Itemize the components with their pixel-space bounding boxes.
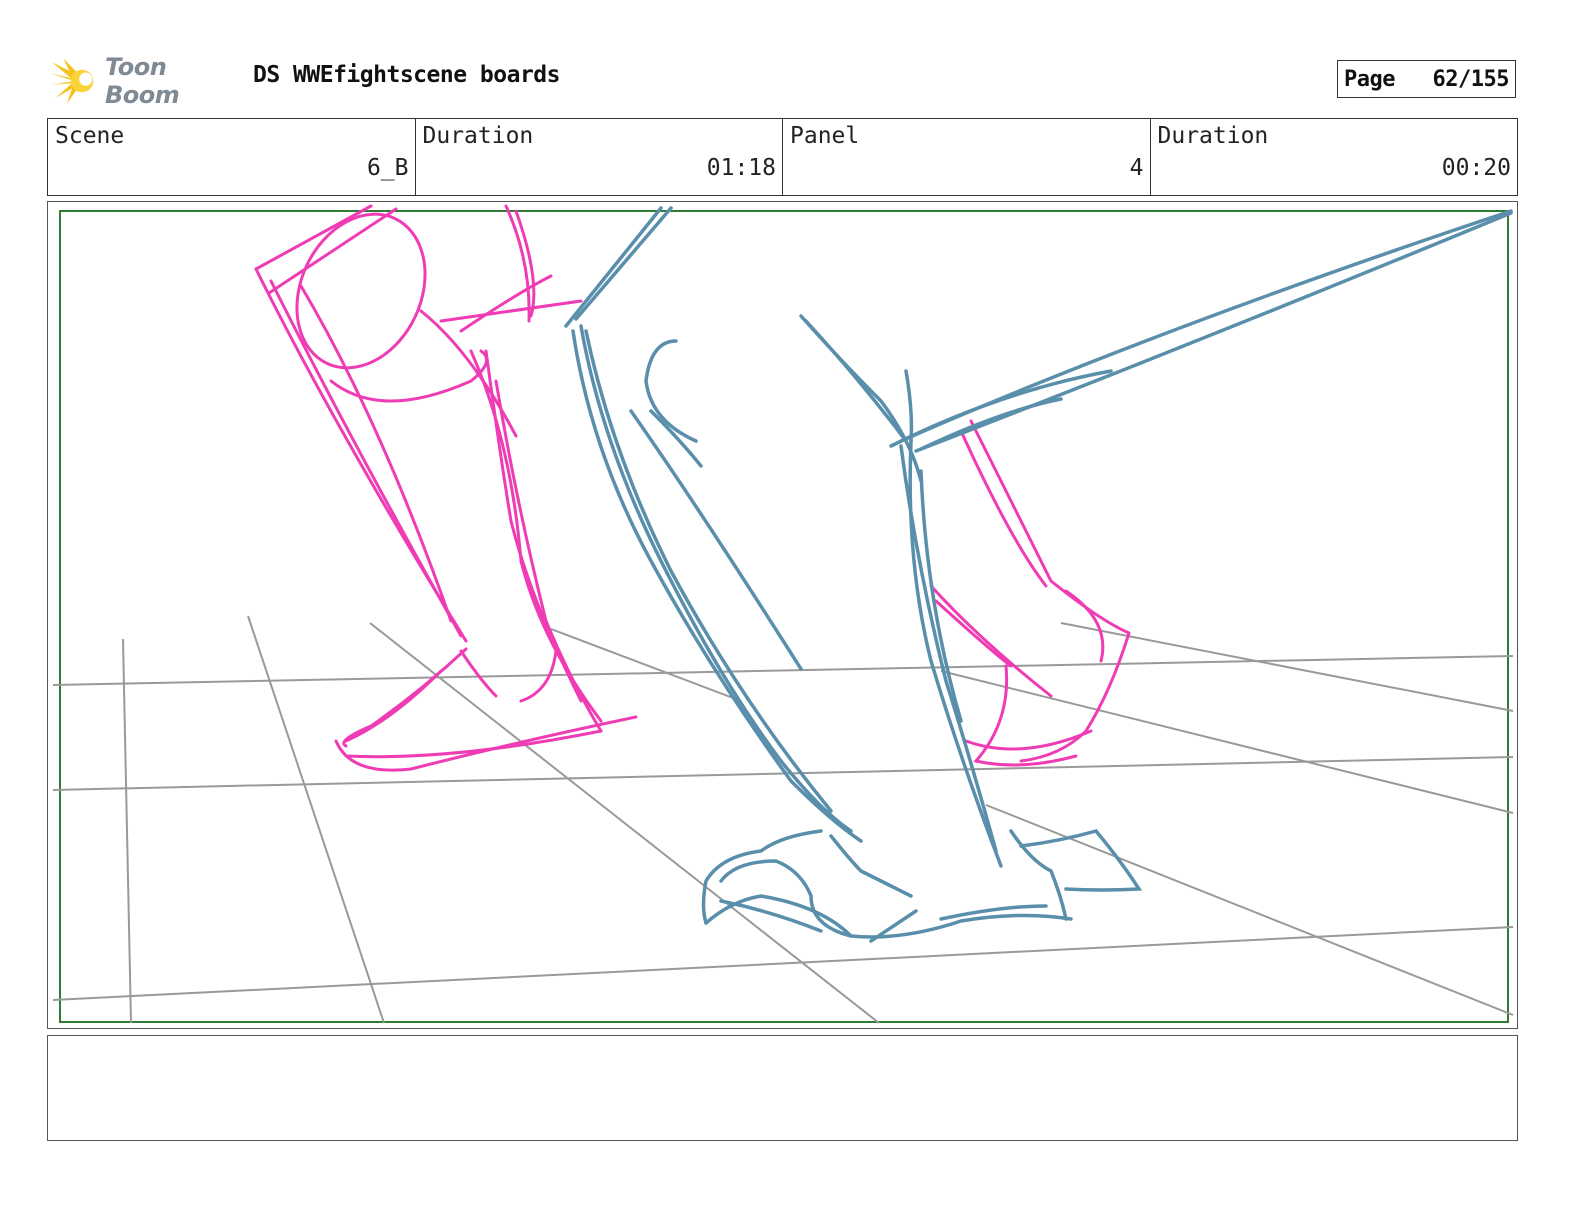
storyboard-panel: [47, 201, 1518, 1029]
panel-duration-value: 00:20: [1441, 155, 1511, 181]
scene-label: Scene: [55, 123, 125, 149]
panel-duration-label: Duration: [1157, 123, 1269, 149]
page-number: 62/155: [1432, 66, 1510, 92]
panel-cell: Panel 4: [783, 119, 1151, 195]
document-title: DS WWEfightscene boards: [253, 62, 561, 88]
page-label: Page: [1344, 66, 1395, 92]
logo-text: Toon Boom: [104, 53, 180, 109]
panel-info-bar: Scene 6_B Duration 01:18 Panel 4 Duratio…: [47, 118, 1518, 196]
floor-grid: [52, 615, 1514, 1024]
panel-notes-box: [47, 1035, 1518, 1141]
panel-sketch: [52, 204, 1514, 1024]
page-indicator: Page 62/155: [1337, 60, 1516, 98]
scene-value: 6_B: [366, 155, 409, 181]
toon-boom-logo: Toon Boom: [50, 53, 240, 109]
scene-cell: Scene 6_B: [48, 119, 416, 195]
starburst-icon: [50, 58, 94, 104]
scene-duration-cell: Duration 01:18: [416, 119, 783, 195]
scene-duration-value: 01:18: [706, 155, 776, 181]
panel-value: 4: [1129, 155, 1144, 181]
scene-duration-label: Duration: [422, 123, 534, 149]
panel-duration-cell: Duration 00:20: [1151, 119, 1518, 195]
panel-label: Panel: [790, 123, 860, 149]
